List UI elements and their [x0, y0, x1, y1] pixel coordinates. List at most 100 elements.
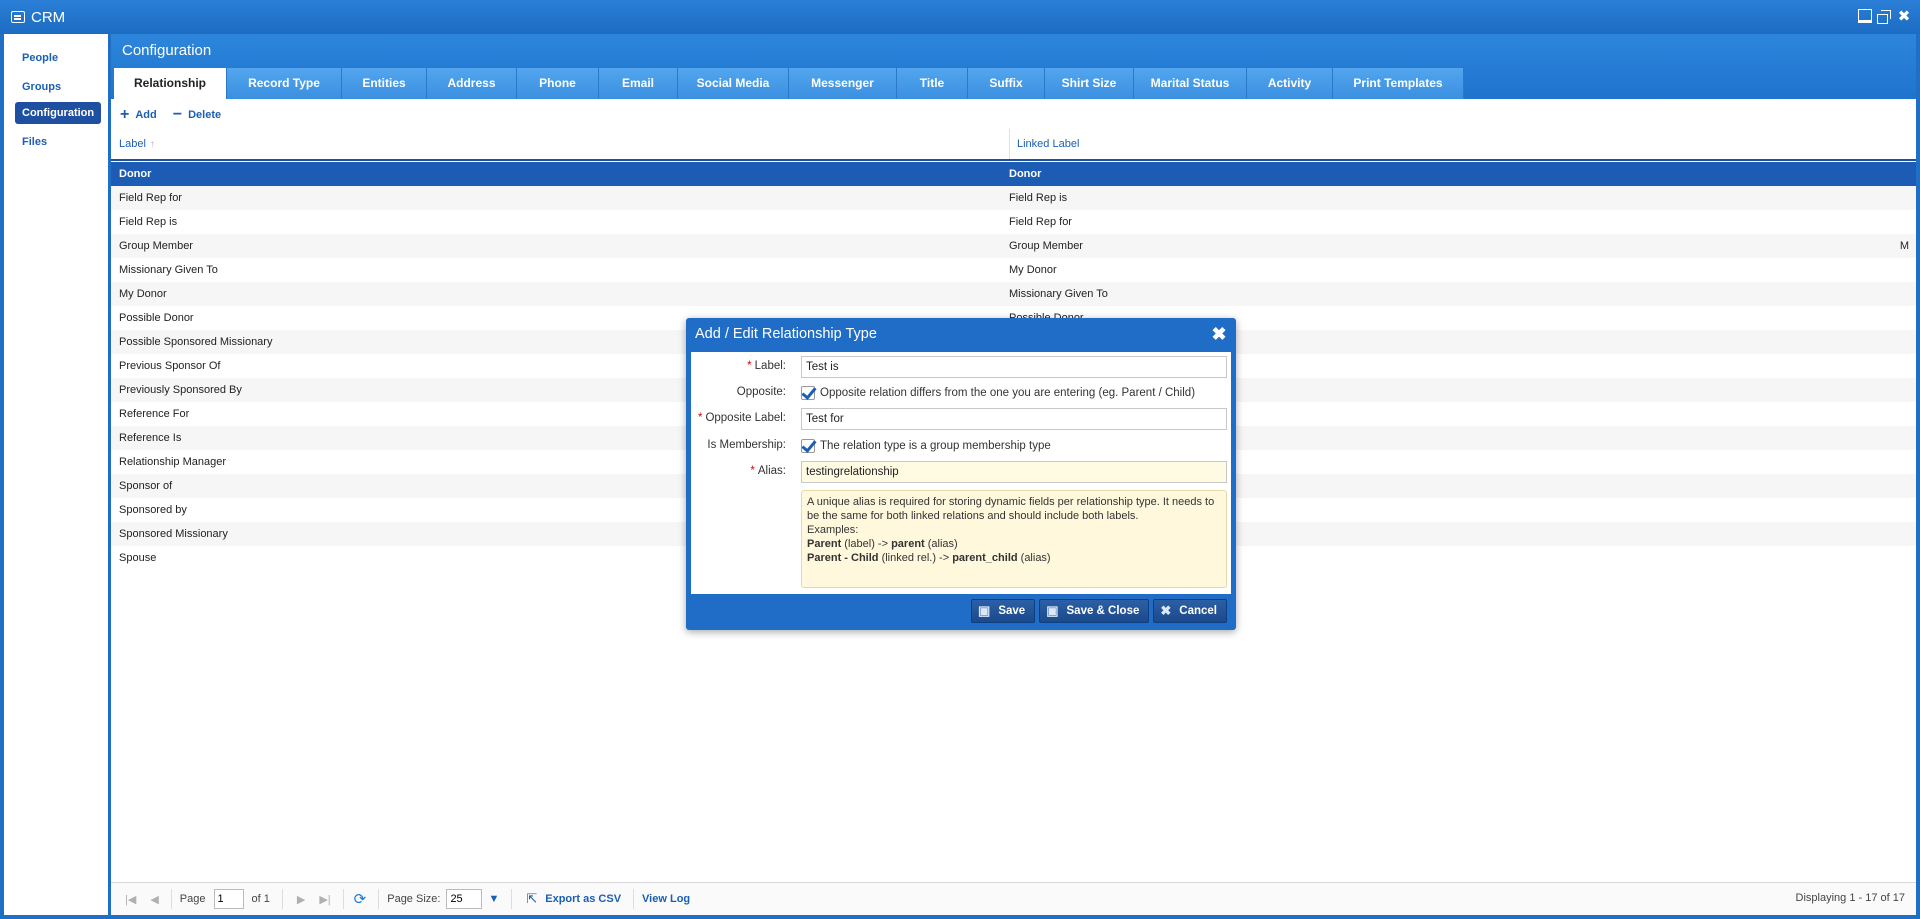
cell-extra: M	[1899, 240, 1909, 252]
page-count: of 1	[251, 893, 270, 905]
first-page-icon[interactable]: |◀	[125, 893, 136, 906]
tab-address[interactable]: Address	[427, 68, 517, 99]
cell-label: Sponsor of	[119, 480, 173, 492]
opposite-checkbox-row[interactable]: Opposite relation differs from the one y…	[801, 386, 1195, 400]
membership-checkbox-text: The relation type is a group membership …	[820, 440, 1051, 452]
export-csv-link[interactable]: Export as CSV	[545, 893, 621, 905]
tab-activity[interactable]: Activity	[1247, 68, 1333, 99]
cell-linked-label: Donor	[1009, 168, 1042, 180]
sidebar-item-people[interactable]: People	[15, 47, 65, 69]
required-marker: *	[747, 360, 752, 372]
tab-marital-status[interactable]: Marital Status	[1134, 68, 1247, 99]
page-size-label: Page Size:	[387, 893, 441, 905]
panel-title: Configuration	[122, 42, 212, 59]
cell-label: Missionary Given To	[119, 264, 218, 276]
table-row[interactable]: Field Rep is Field Rep for	[111, 210, 1916, 234]
sidebar-item-configuration[interactable]: Configuration	[15, 102, 102, 124]
tab-title[interactable]: Title	[897, 68, 968, 99]
label-field-label-text: Label:	[754, 360, 786, 372]
separator	[633, 889, 635, 909]
floppy-disk-icon: ▣	[978, 603, 991, 618]
column-header-label[interactable]: Label ↑	[119, 129, 155, 159]
separator	[511, 889, 513, 909]
alias-help-box: A unique alias is required for storing d…	[801, 490, 1227, 588]
membership-checkbox-row[interactable]: The relation type is a group membership …	[801, 439, 1051, 453]
help-example-1-alias: parent	[891, 538, 925, 550]
page-number-input[interactable]	[213, 889, 244, 909]
cell-label: Field Rep for	[119, 192, 182, 204]
dialog-form: * Label: Test is Opposite: Opposite relat…	[691, 352, 1231, 594]
close-icon[interactable]: ✖	[1210, 325, 1228, 343]
label-input[interactable]: Test is	[801, 356, 1227, 378]
minus-icon: −	[172, 106, 183, 123]
sidebar-item-files[interactable]: Files	[15, 131, 54, 153]
tab-phone[interactable]: Phone	[517, 68, 599, 99]
tab-social-media[interactable]: Social Media	[678, 68, 789, 99]
help-example-1: Parent (label) -> parent (alias)	[807, 537, 1221, 551]
cell-label: Group Member	[119, 240, 193, 252]
tab-print-templates[interactable]: Print Templates	[1333, 68, 1464, 99]
last-page-icon[interactable]: ▶|	[319, 893, 330, 906]
alias-input[interactable]: testingrelationship	[801, 461, 1227, 483]
alias-field-label: * Alias:	[750, 465, 786, 477]
tab-messenger[interactable]: Messenger	[789, 68, 897, 99]
help-example-2-label: Parent - Child	[807, 552, 879, 564]
cell-label: Spouse	[119, 552, 157, 564]
delete-button[interactable]: − Delete	[173, 106, 221, 124]
close-window-icon[interactable]: ✖	[1896, 9, 1912, 25]
alias-field-label-text: Alias:	[757, 465, 786, 477]
next-page-icon[interactable]: ▶	[297, 893, 305, 906]
export-icon: ⇱	[526, 891, 538, 906]
previous-page-icon[interactable]: ◀	[150, 893, 158, 906]
membership-checkbox[interactable]	[801, 439, 815, 453]
cell-linked-label: My Donor	[1009, 264, 1057, 276]
paging-toolbar: |◀ ◀ Page of 1 ▶ ▶| ⟳ Page Size: ▼ ⇱ Exp…	[111, 882, 1916, 915]
add-button[interactable]: + Add	[120, 106, 157, 124]
cell-label: Sponsored by	[119, 504, 187, 516]
save-and-close-button-label: Save & Close	[1066, 605, 1140, 617]
minimize-icon[interactable]	[1858, 9, 1872, 23]
view-log-link[interactable]: View Log	[642, 893, 690, 905]
help-example-2-mid: (linked rel.) ->	[878, 552, 953, 564]
tab-email[interactable]: Email	[599, 68, 678, 99]
table-row[interactable]: Group Member Group Member M	[111, 234, 1916, 258]
table-row[interactable]: My Donor Missionary Given To	[111, 282, 1916, 306]
cancel-x-icon: ✖	[1160, 603, 1172, 618]
cell-label: Reference Is	[119, 432, 182, 444]
grid-header: Label ↑ Linked Label	[111, 129, 1916, 161]
opposite-checkbox-text: Opposite relation differs from the one y…	[820, 387, 1196, 399]
separator	[170, 889, 172, 909]
tab-entities[interactable]: Entities	[342, 68, 427, 99]
page-label: Page	[179, 893, 206, 905]
cell-label: Possible Sponsored Missionary	[119, 336, 273, 348]
save-button-label: Save	[998, 605, 1026, 617]
page-size-select[interactable]	[446, 889, 483, 909]
restore-icon[interactable]	[1876, 9, 1892, 25]
help-example-1-mid: (label) ->	[841, 538, 892, 550]
refresh-icon[interactable]: ⟳	[354, 890, 367, 908]
save-button[interactable]: ▣ Save	[971, 599, 1036, 623]
opposite-label-input[interactable]: Test for	[801, 408, 1227, 430]
cell-label: Previously Sponsored By	[119, 384, 242, 396]
cancel-button[interactable]: ✖ Cancel	[1153, 599, 1227, 623]
tab-record-type[interactable]: Record Type	[227, 68, 342, 99]
opposite-checkbox[interactable]	[801, 386, 815, 400]
table-row[interactable]: Missionary Given To My Donor	[111, 258, 1916, 282]
tab-suffix[interactable]: Suffix	[968, 68, 1045, 99]
tab-bar: Relationship Record Type Entities Addres…	[114, 68, 1464, 99]
help-example-2-end: (alias)	[1017, 552, 1051, 564]
cancel-button-label: Cancel	[1179, 605, 1217, 617]
chevron-down-icon[interactable]: ▼	[488, 893, 499, 905]
sidebar-item-groups[interactable]: Groups	[15, 76, 68, 98]
cell-label: Sponsored Missionary	[119, 528, 228, 540]
table-row[interactable]: Field Rep for Field Rep is	[111, 186, 1916, 210]
column-header-label-text: Label	[119, 138, 146, 150]
column-header-linked-label[interactable]: Linked Label	[1009, 129, 1899, 159]
tab-shirt-size[interactable]: Shirt Size	[1045, 68, 1134, 99]
opposite-label-field-label-text: Opposite Label:	[705, 412, 786, 424]
table-row[interactable]: Donor Donor	[111, 162, 1916, 186]
save-and-close-button[interactable]: ▣ Save & Close	[1039, 599, 1150, 623]
required-marker: *	[750, 465, 755, 477]
cell-linked-label: Field Rep for	[1009, 216, 1072, 228]
tab-relationship[interactable]: Relationship	[114, 68, 227, 99]
